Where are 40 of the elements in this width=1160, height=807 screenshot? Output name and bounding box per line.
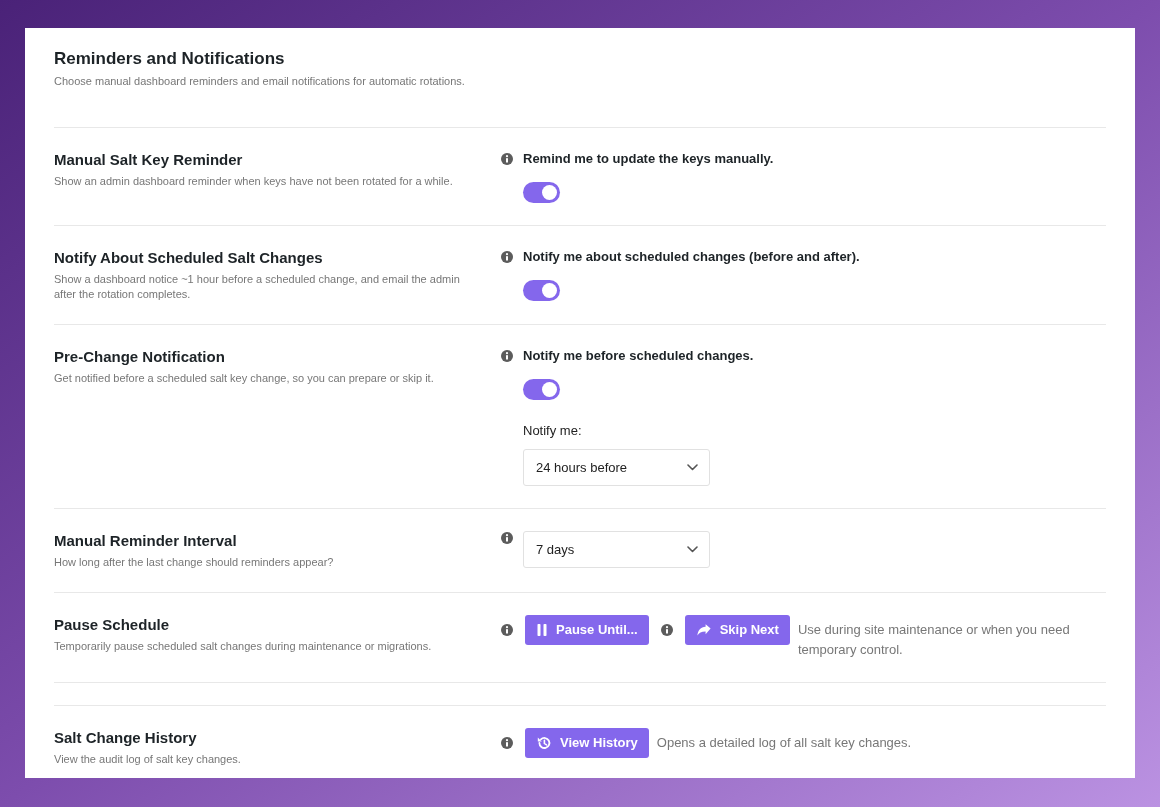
toggle-label: Notify me before scheduled changes. xyxy=(523,347,754,365)
toggle-switch[interactable] xyxy=(523,182,560,203)
pause-until-button[interactable]: Pause Until... xyxy=(525,615,649,645)
pause-icon xyxy=(537,624,547,636)
setting-description: Get notified before a scheduled salt key change, so you can prepare or skip it. xyxy=(54,371,435,386)
info-icon[interactable] xyxy=(660,624,673,636)
info-icon[interactable] xyxy=(501,532,513,544)
setting-title: Manual Reminder Interval xyxy=(54,531,238,551)
history-icon xyxy=(537,736,551,750)
info-icon[interactable] xyxy=(501,153,513,165)
chevron-down-icon xyxy=(687,546,698,553)
setting-title: Pre-Change Notification xyxy=(54,347,226,367)
toggle-label: Remind me to update the keys manually. xyxy=(523,150,774,168)
toggle-label: Notify me about scheduled changes (before and after). xyxy=(523,248,860,266)
toggle-switch[interactable] xyxy=(523,280,560,301)
setting-title: Pause Schedule xyxy=(54,615,171,635)
section-title: Reminders and Notifications xyxy=(54,48,286,70)
info-icon[interactable] xyxy=(501,350,513,362)
section-description: Choose manual dashboard reminders and email notifications for automatic rotations. xyxy=(54,74,466,89)
setting-description: Show an admin dashboard reminder when keys have not been rotated for a while. xyxy=(54,174,454,189)
chevron-down-icon xyxy=(687,464,698,471)
setting-title: Notify About Scheduled Salt Changes xyxy=(54,248,324,268)
view-history-button[interactable]: View History xyxy=(525,728,649,758)
helper-text: Use during site maintenance or when you need temporary control. xyxy=(797,621,1071,659)
forward-arrow-icon xyxy=(696,624,711,636)
dropdown-select[interactable]: 24 hours before xyxy=(523,449,710,486)
setting-title: Manual Salt Key Reminder xyxy=(54,150,244,170)
info-icon[interactable] xyxy=(501,624,513,636)
setting-description: How long after the last change should reminders appear? xyxy=(54,555,335,570)
setting-description: Show a dashboard notice ~1 hour before a scheduled change, and email the admin after the rotation completes. xyxy=(54,272,461,302)
info-icon[interactable] xyxy=(501,251,513,263)
toggle-switch[interactable] xyxy=(523,379,560,400)
setting-title: Salt Change History xyxy=(54,728,198,748)
info-icon[interactable] xyxy=(501,737,513,749)
dropdown-select[interactable]: 7 days xyxy=(523,531,710,568)
helper-text: Opens a detailed log of all salt key changes. xyxy=(656,734,912,752)
setting-description: View the audit log of salt key changes. xyxy=(54,752,242,767)
setting-description: Temporarily pause scheduled salt changes during maintenance or migrations. xyxy=(54,639,433,654)
field-label: Notify me: xyxy=(523,422,583,440)
skip-next-button[interactable]: Skip Next xyxy=(684,615,790,645)
